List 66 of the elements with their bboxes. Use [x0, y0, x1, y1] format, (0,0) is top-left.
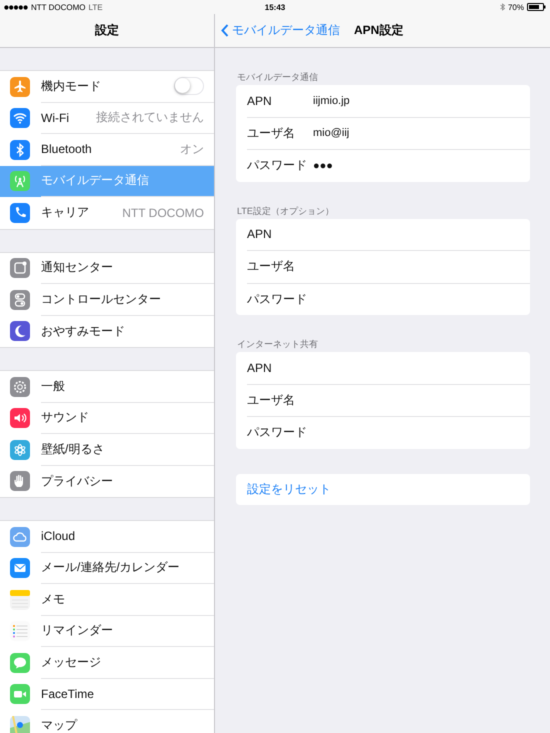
speaker-icon — [10, 408, 30, 428]
settings-item[interactable]: 機内モード — [0, 71, 214, 102]
toggle-switch[interactable] — [174, 77, 204, 96]
field-label: ユーザ名 — [247, 392, 296, 409]
settings-item[interactable]: コントロールセンター — [0, 284, 214, 316]
settings-item[interactable]: FaceTime — [0, 678, 214, 710]
speech-bubble-icon — [10, 652, 30, 673]
page-title: APN設定 — [354, 22, 404, 39]
back-button[interactable]: モバイルデータ通信 — [221, 22, 340, 39]
airplane-icon — [10, 76, 30, 97]
bluetooth-icon — [10, 140, 30, 160]
switches-icon — [10, 290, 30, 310]
field-label: APN — [247, 227, 273, 242]
phone-icon — [10, 202, 30, 223]
chevron-icon — [221, 24, 229, 37]
video-camera-icon — [10, 684, 30, 704]
input-field[interactable]: ●●● — [313, 156, 530, 176]
settings-item[interactable]: メモ — [0, 584, 214, 616]
section-header: モバイルデータ通信 — [237, 71, 319, 84]
field-label: パスワード — [247, 424, 308, 442]
input-field[interactable]: mio@iij — [313, 123, 530, 144]
notification-icon — [10, 258, 30, 278]
settings-item[interactable]: プライバシー — [0, 466, 214, 497]
field-label: APN — [247, 94, 273, 108]
field-label: ユーザ名 — [247, 258, 296, 276]
settings-item[interactable]: Wi-Fi 接続されていません — [0, 102, 214, 134]
wifi-icon — [10, 108, 30, 128]
sidebar-title: 設定 — [95, 22, 119, 39]
bluetooth-icon — [500, 3, 505, 11]
settings-item[interactable]: キャリア NTT DOCOMO — [0, 197, 214, 228]
setting-value: 接続されていません — [96, 109, 204, 126]
field-label: ユーザ名 — [247, 124, 296, 142]
section-header: LTE設定（オプション） — [237, 204, 335, 218]
settings-item[interactable]: マップ — [0, 710, 214, 733]
signal-icon — [4, 4, 28, 10]
gear-icon — [10, 376, 30, 397]
network-type: LTE — [88, 2, 103, 12]
input-field[interactable]: iijmio.jp — [313, 90, 530, 111]
settings-item[interactable]: メッセージ — [0, 647, 214, 678]
settings-item[interactable]: メール/連絡先/カレンダー — [0, 552, 214, 584]
carrier-name: NTT DOCOMO — [31, 2, 86, 12]
settings-item[interactable]: サウンド — [0, 402, 214, 434]
settings-item[interactable]: リマインダー — [0, 616, 214, 647]
setting-value: NTT DOCOMO — [122, 206, 204, 220]
settings-item[interactable]: おやすみモード — [0, 316, 214, 347]
cloud-icon — [10, 526, 30, 547]
clock-time: 15:43 — [264, 2, 286, 12]
settings-item[interactable]: 一般 — [0, 371, 214, 402]
flower-icon — [10, 440, 30, 460]
field-label: パスワード — [247, 157, 308, 174]
setting-value: オン — [180, 140, 204, 158]
reset-button[interactable]: 設定をリセット — [236, 474, 530, 504]
moon-icon — [10, 321, 30, 342]
envelope-icon — [10, 558, 30, 578]
settings-item[interactable]: 通知センター — [0, 252, 214, 284]
battery-percent: 70% — [508, 2, 524, 12]
battery-icon — [527, 3, 546, 11]
settings-item[interactable]: iCloud — [0, 521, 214, 552]
field-label: APN — [247, 360, 273, 375]
hand-icon — [10, 471, 30, 492]
map-icon — [10, 716, 30, 733]
field-label: パスワード — [247, 290, 308, 308]
section-header: インターネット共有 — [237, 338, 319, 351]
antenna-icon — [10, 171, 30, 192]
notepad-icon — [10, 590, 30, 610]
settings-item[interactable]: 壁紙/明るさ — [0, 434, 214, 466]
